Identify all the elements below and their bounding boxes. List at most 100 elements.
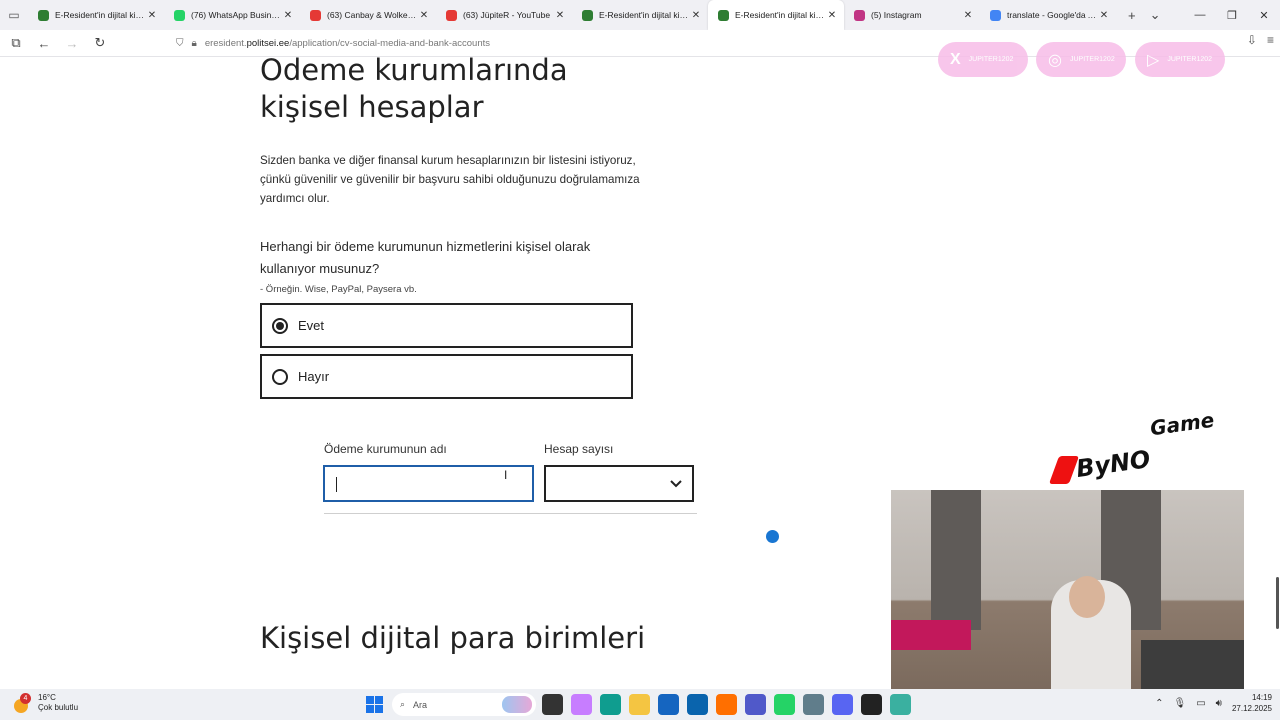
tab-list-icon[interactable]: ▭ [0,0,28,30]
tab-close-icon[interactable]: ✕ [146,10,158,21]
start-button[interactable] [366,696,383,713]
overlay-youtube-handle: ▷ JUPITER1202 [1135,42,1225,77]
radio-unselected-icon[interactable] [272,368,288,385]
browser-tab[interactable]: E-Resident'in dijital kimliği ✕ [708,0,844,30]
question-hint: - Örneğin. Wise, PayPal, Paysera vb. [260,284,417,295]
tab-favicon-icon [446,9,457,21]
section-title-digital-currencies: Kişisel dijital para birimleri [260,621,646,655]
clock[interactable]: 14:19 27.12.2025 [1232,692,1272,714]
tab-close-icon[interactable]: ✕ [690,10,702,21]
shield-icon: ⛉ [176,38,184,49]
institution-name-label: Ödeme kurumunun adı [324,442,447,456]
tab-favicon-icon [718,9,729,21]
copilot-icon[interactable] [571,694,592,715]
volume-icon[interactable]: 🔊︎ [1216,698,1222,709]
section-title-payment-institutions: Ödeme kurumlarında kişisel hesaplar [260,57,568,124]
account-count-select[interactable] [544,465,694,502]
whatsapp-icon[interactable] [774,694,795,715]
browser-tab[interactable]: E-Resident'in dijital kimliği ✕ [28,0,164,30]
browser-tab[interactable]: (76) WhatsApp Business ✕ [164,0,300,30]
forward-icon[interactable]: → [60,31,84,55]
chevron-down-icon [670,479,682,487]
x-logo-icon: X [950,50,961,68]
youtube-handle: JUPITER1202 [1167,56,1213,63]
divider [324,513,697,514]
browser-tab[interactable]: (63) JüpiteR - YouTube ✕ [436,0,572,30]
weather-condition: Çok bulutlu [38,703,79,712]
tab-favicon-icon [38,9,49,21]
text-caret [336,477,337,492]
radio-label-yes: Evet [298,318,325,333]
file-explorer-icon[interactable] [629,694,650,715]
tab-close-icon[interactable]: ✕ [554,10,566,21]
menu-icon[interactable]: ≡ [1267,33,1274,47]
address-bar[interactable]: ⛉ 🔒︎ eresident. politsei.ee/application/c… [176,33,1066,54]
search-icon: ⌕ [400,699,406,709]
institution-name-input[interactable] [323,465,534,502]
weather-widget[interactable]: 4 16°C Çok bulutlu [14,693,78,713]
store-icon[interactable] [658,694,679,715]
brand-o: O [1127,444,1153,476]
discord-icon[interactable] [832,694,853,715]
tab-title: E-Resident'in dijital kimliği [599,10,690,20]
outlook-icon[interactable] [687,694,708,715]
tab-favicon-icon [854,9,865,21]
extensions-icon[interactable]: ⇩ [1247,33,1257,47]
brand-part1: ByN [1074,447,1132,484]
tab-close-icon[interactable]: ✕ [962,10,974,21]
task-view-icon[interactable] [542,694,563,715]
lock-icon: 🔒︎ [191,38,197,49]
tab-favicon-icon [174,9,185,21]
browser-tab[interactable]: translate - Google'da Ara ✕ [980,0,1116,30]
radio-selected-icon[interactable] [272,317,288,334]
radio-label-no: Hayır [298,369,330,384]
minimize-icon[interactable]: — [1184,0,1216,30]
brand-part2: Game [1148,407,1216,441]
chevron-down-icon[interactable]: ⌄ [1150,7,1161,23]
tab-title: E-Resident'in dijital kimliği [735,10,826,20]
tab-close-icon[interactable]: ✕ [1098,10,1110,21]
scrollbar-thumb[interactable] [1276,577,1279,629]
browser-tab[interactable]: E-Resident'in dijital kimliği ✕ [572,0,708,30]
reload-icon[interactable]: ↻ [88,31,112,55]
taskbar-search[interactable]: ⌕ Ara [392,693,536,716]
new-tab-icon[interactable]: + [1128,8,1136,23]
tab-favicon-icon [310,9,321,21]
url-path: /application/cv-social-media-and-bank-ac… [289,38,490,49]
webcam-overlay [891,490,1244,689]
back-icon[interactable]: ← [32,31,56,55]
tab-close-icon[interactable]: ✕ [826,10,838,21]
tab-close-icon[interactable]: ✕ [418,10,430,21]
network-app-icon[interactable] [890,694,911,715]
loading-indicator [766,530,779,543]
microphone-icon[interactable]: 🎙︎ [1173,698,1186,709]
edge-icon[interactable] [600,694,621,715]
browser-tab[interactable]: (5) Instagram ✕ [844,0,980,30]
radio-option-yes[interactable]: Evet [260,303,633,348]
section-description: Sizden banka ve diğer finansal kurum hes… [260,154,640,205]
stream-brand-logo: ByNO Game [1048,407,1240,490]
tab-title: (63) Canbay & Wolker - Ka [327,10,418,20]
firefox-icon[interactable] [716,694,737,715]
display-icon[interactable]: ▭ [1196,698,1205,709]
x-handle: JUPITER1202 [968,56,1014,63]
settings-icon[interactable] [803,694,824,715]
tab-title: (76) WhatsApp Business [191,10,282,20]
account-count-label: Hesap sayısı [544,442,614,456]
tab-close-icon[interactable]: ✕ [282,10,294,21]
tab-favicon-icon [582,9,593,21]
windows-taskbar: 4 16°C Çok bulutlu ⌕ Ara ⌃ 🎙︎ ▭ 🔊︎ 14:19 [0,689,1280,720]
browser-tab-strip: ▭ E-Resident'in dijital kimliği ✕ (76) Wha… [0,0,1280,30]
sidebar-icon[interactable]: ⧉ [4,31,28,55]
chevron-up-icon[interactable]: ⌃ [1155,698,1163,709]
youtube-icon: ▷ [1147,51,1160,69]
tab-title: (63) JüpiteR - YouTube [463,10,551,20]
teams-icon[interactable] [745,694,766,715]
restore-icon[interactable]: ❐ [1216,0,1248,30]
question-label: Herhangi bir ödeme kurumunun hizmetlerin… [260,239,591,276]
tab-title: translate - Google'da Ara [1007,10,1098,20]
epic-games-icon[interactable] [861,694,882,715]
browser-tab[interactable]: (63) Canbay & Wolker - Ka✕ [300,0,436,30]
radio-option-no[interactable]: Hayır [260,354,633,399]
close-window-icon[interactable]: ✕ [1248,0,1280,30]
